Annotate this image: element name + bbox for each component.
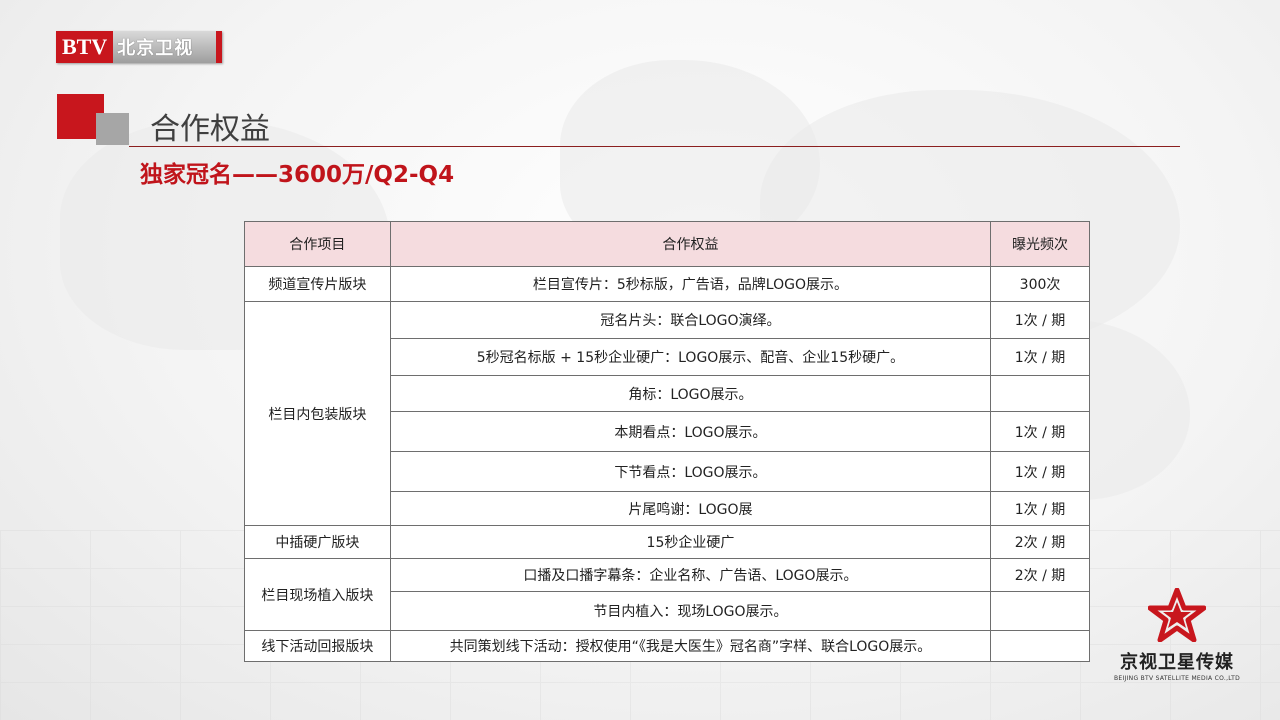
- cell-frequency: [990, 591, 1090, 631]
- table-row: 中插硬广版块 15秒企业硬广 2次 / 期: [244, 525, 1090, 559]
- cell-benefit: 15秒企业硬广: [389, 525, 992, 559]
- rights-table: 合作项目 合作权益 曝光频次 频道宣传片版块 栏目宣传片：5秒标版，广告语，品牌…: [244, 221, 1090, 662]
- cell-frequency: 2次 / 期: [990, 558, 1090, 592]
- header-benefit: 合作权益: [389, 221, 992, 267]
- cell-item: 线下活动回报版块: [244, 630, 391, 662]
- cell-benefit: 节目内植入：现场LOGO展示。: [389, 591, 992, 631]
- cell-benefit: 口播及口播字幕条：企业名称、广告语、LOGO展示。: [389, 558, 992, 592]
- btv-logo-channel: 北京卫视: [113, 31, 216, 63]
- cell-frequency: [990, 375, 1090, 412]
- corporate-logo: 京视卫星传媒 BEIJING BTV SATELLITE MEDIA CO.,L…: [1112, 587, 1242, 682]
- page-subtitle: 独家冠名——3600万/Q2-Q4: [140, 162, 455, 188]
- table-row: 线下活动回报版块 共同策划线下活动：授权使用“《我是大医生》冠名商”字样、联合L…: [244, 630, 1090, 662]
- title-accent-gray: [96, 113, 129, 145]
- cell-benefit: 角标：LOGO展示。: [389, 375, 992, 412]
- table-row: 栏目内包装版块 冠名片头：联合LOGO演绎。 1次 / 期: [244, 301, 1090, 526]
- cell-item: 栏目内包装版块: [244, 301, 391, 526]
- cell-item: 频道宣传片版块: [244, 266, 391, 302]
- corporate-name-en: BEIJING BTV SATELLITE MEDIA CO.,LTD: [1113, 675, 1241, 682]
- cell-benefit: 下节看点：LOGO展示。: [389, 451, 992, 492]
- red-star-icon: [1147, 587, 1207, 643]
- cell-frequency: 1次 / 期: [990, 301, 1090, 339]
- corporate-name-cn: 京视卫星传媒: [1120, 652, 1234, 673]
- cell-item: 栏目现场植入版块: [244, 558, 391, 631]
- cell-frequency: 300次: [990, 266, 1090, 302]
- header-item: 合作项目: [244, 221, 391, 267]
- cell-benefit: 冠名片头：联合LOGO演绎。: [389, 301, 992, 339]
- cell-benefit: 本期看点：LOGO展示。: [389, 411, 992, 452]
- cell-benefit: 栏目宣传片：5秒标版，广告语，品牌LOGO展示。: [389, 266, 992, 302]
- cell-item: 中插硬广版块: [244, 525, 391, 559]
- cell-frequency: 2次 / 期: [990, 525, 1090, 559]
- cell-benefit: 共同策划线下活动：授权使用“《我是大医生》冠名商”字样、联合LOGO展示。: [389, 630, 992, 662]
- cell-frequency: [990, 630, 1090, 662]
- btv-logo: BTV 北京卫视: [56, 31, 222, 63]
- cell-frequency: 1次 / 期: [990, 338, 1090, 376]
- header-frequency: 曝光频次: [990, 221, 1090, 267]
- btv-logo-mark: BTV: [56, 31, 114, 63]
- cell-frequency: 1次 / 期: [990, 411, 1090, 452]
- cell-frequency: 1次 / 期: [990, 491, 1090, 526]
- cell-benefit: 5秒冠名标版 + 15秒企业硬广：LOGO展示、配音、企业15秒硬广。: [389, 338, 992, 376]
- table-row: 频道宣传片版块 栏目宣传片：5秒标版，广告语，品牌LOGO展示。 300次: [244, 266, 1090, 302]
- table-row: 栏目现场植入版块 口播及口播字幕条：企业名称、广告语、LOGO展示。 2次 / …: [244, 558, 1090, 631]
- section-title: 合作权益: [150, 112, 270, 147]
- cell-frequency: 1次 / 期: [990, 451, 1090, 492]
- title-divider: [129, 146, 1180, 147]
- table-header-row: 合作项目 合作权益 曝光频次: [244, 221, 1090, 267]
- cell-benefit: 片尾鸣谢：LOGO展: [389, 491, 992, 526]
